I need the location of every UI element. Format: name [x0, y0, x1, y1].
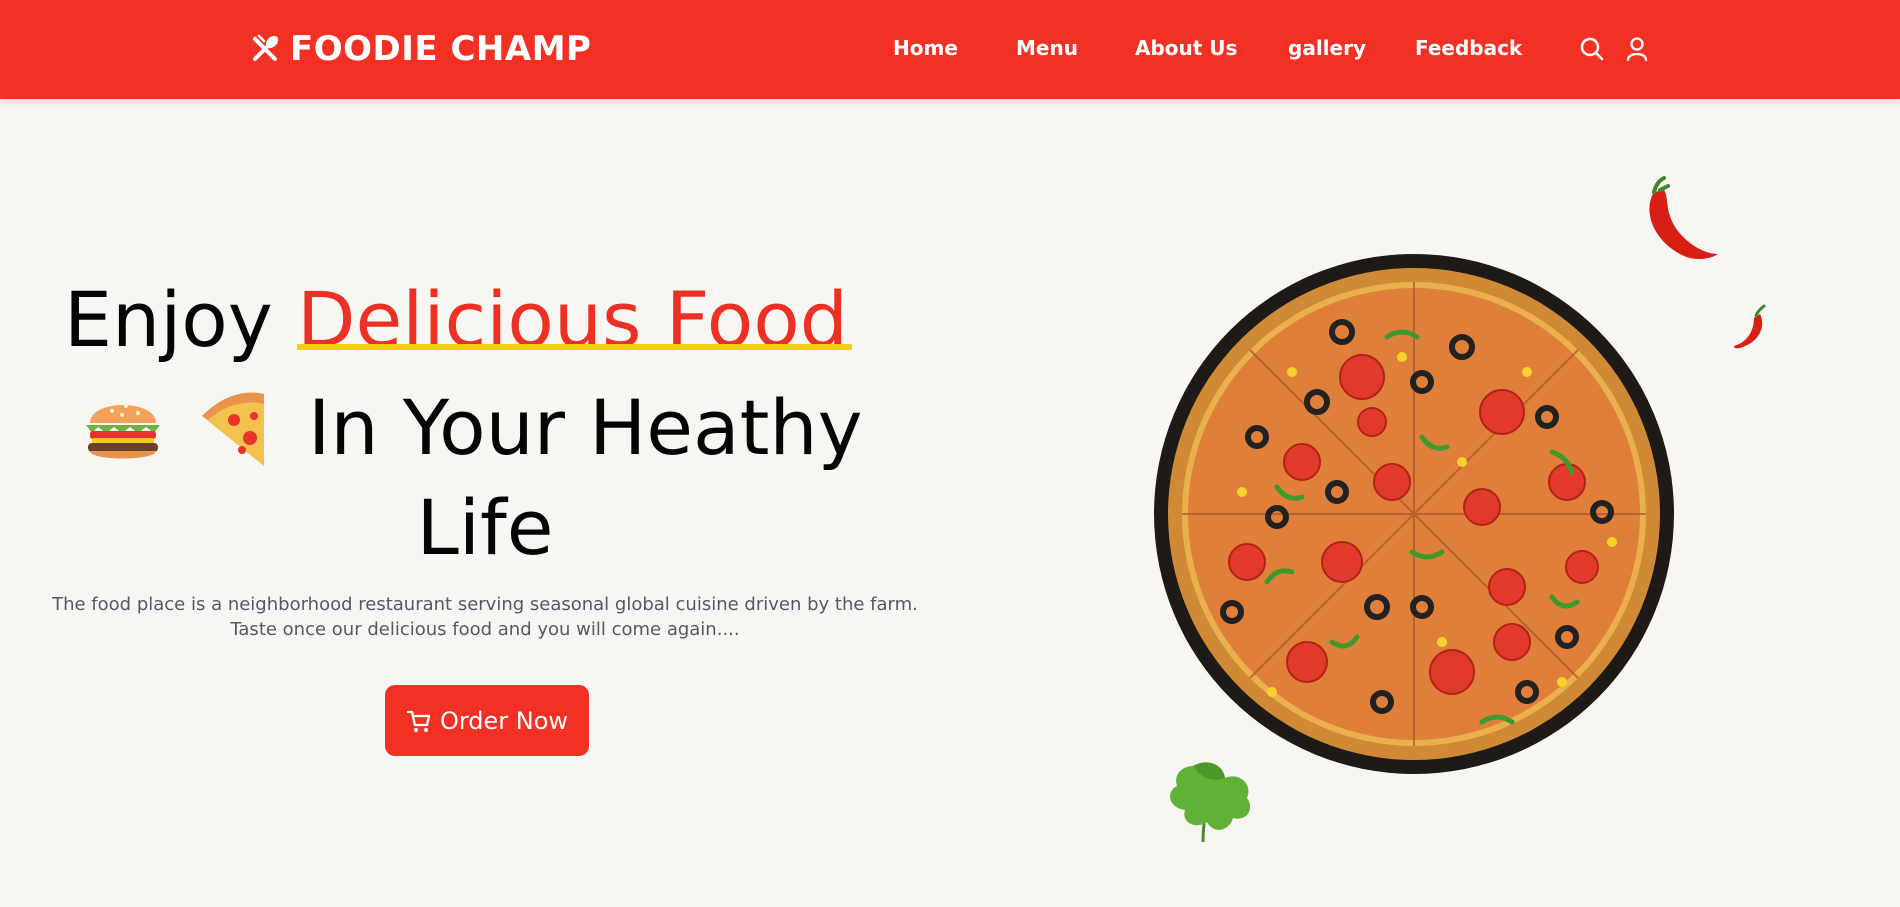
- nav-link-menu[interactable]: Menu: [1016, 36, 1078, 60]
- nav-link-home[interactable]: Home: [893, 36, 958, 60]
- brand-name: FOODIE CHAMP: [290, 29, 592, 69]
- parsley-image: [1170, 762, 1251, 843]
- utensils-icon: [253, 34, 279, 61]
- headline-in-your-heathy: In Your Heathy: [308, 383, 863, 472]
- nav-link-about-us[interactable]: About Us: [1135, 36, 1237, 60]
- headline-highlight: Delicious Food: [296, 275, 849, 364]
- chili-image-small: [1734, 304, 1766, 349]
- pizza-slice-icon: [202, 392, 264, 466]
- hero-headline-line1: Enjoy Delicious Food: [64, 270, 848, 370]
- burger-icon: [86, 404, 160, 459]
- brand-logo[interactable]: FOODIE CHAMP: [250, 28, 591, 70]
- user-icon[interactable]: [1624, 36, 1650, 62]
- order-now-button[interactable]: Order Now: [385, 685, 589, 756]
- cart-icon: [406, 710, 431, 732]
- nav-link-feedback[interactable]: Feedback: [1415, 36, 1522, 60]
- hero-headline-line2: In Your Heathy: [82, 378, 863, 478]
- hero-description: The food place is a neighborhood restaur…: [52, 594, 918, 640]
- navbar: FOODIE CHAMP Home Menu About Us gallery …: [0, 0, 1900, 99]
- hero-headline-line3: Life: [416, 483, 554, 572]
- headline-word-enjoy: Enjoy: [64, 275, 273, 364]
- search-icon[interactable]: [1579, 36, 1605, 62]
- chili-image: [1649, 176, 1718, 260]
- order-now-label: Order Now: [439, 706, 569, 735]
- nav-link-gallery[interactable]: gallery: [1288, 36, 1366, 60]
- pizza-image: [1154, 254, 1674, 774]
